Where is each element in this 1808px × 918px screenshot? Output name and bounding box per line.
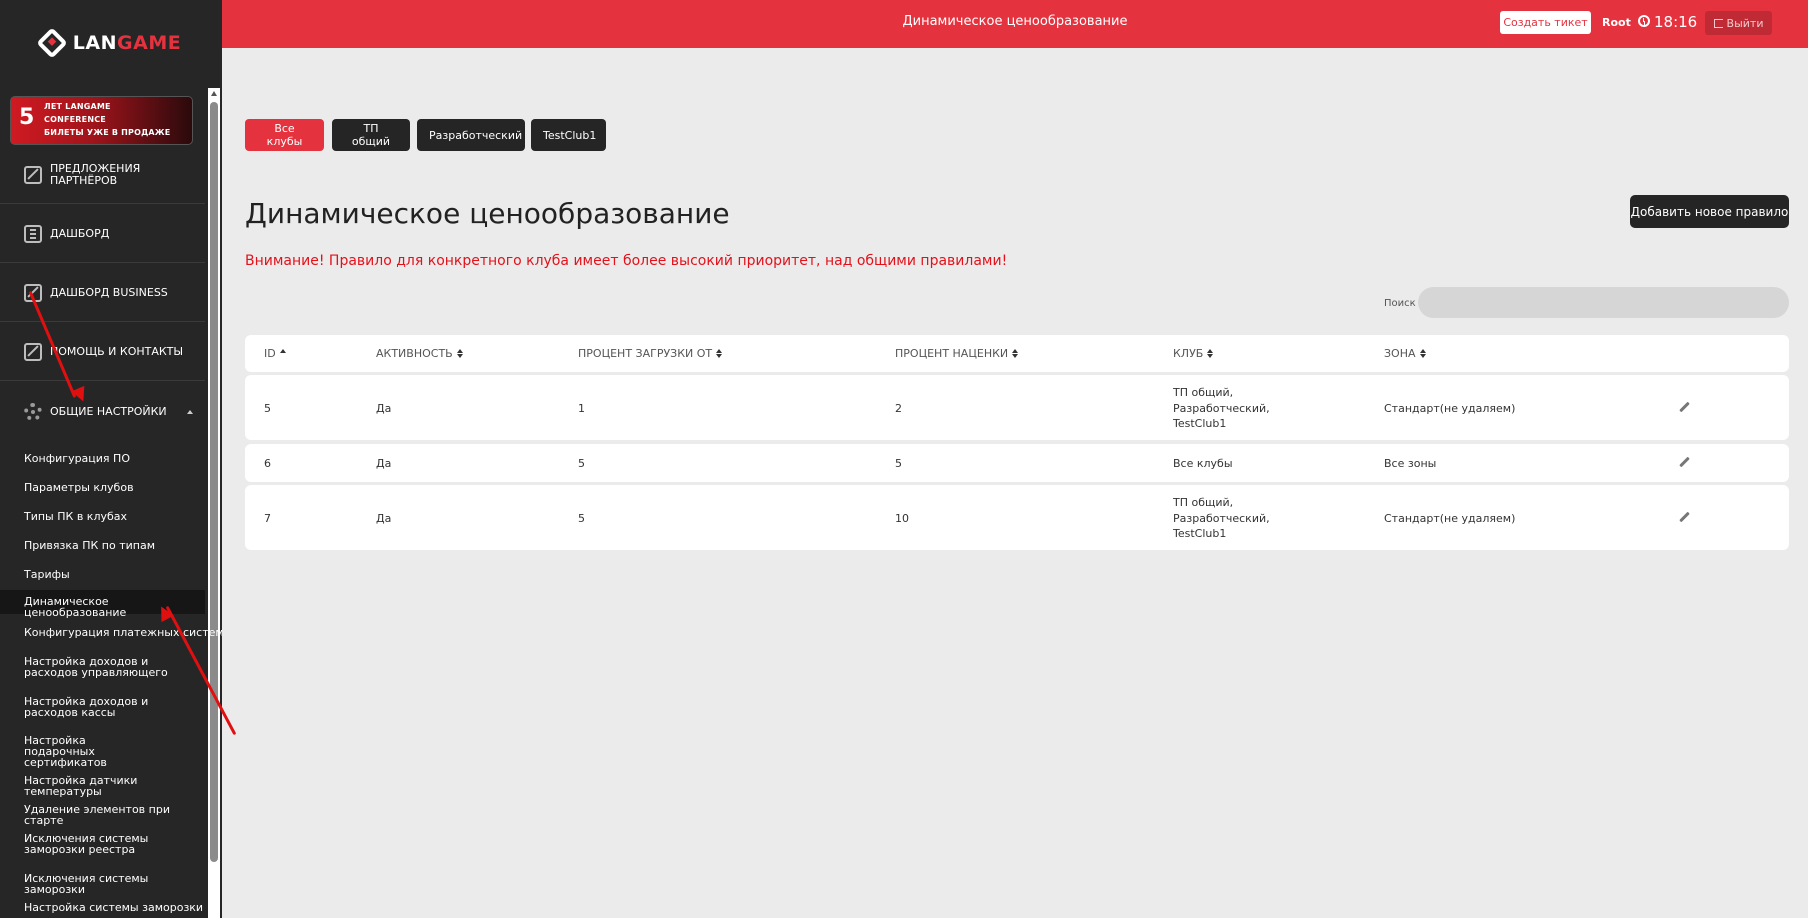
cell-zone: Стандарт(не удаляем) — [1384, 512, 1516, 525]
user-name: Root — [1602, 16, 1631, 29]
submenu-item[interactable]: Настройка подарочных сертификатов — [0, 733, 160, 768]
submenu-item[interactable]: Параметры клубов — [0, 480, 205, 496]
submenu-item[interactable]: Настройка датчики температуры — [0, 773, 205, 797]
search-input[interactable] — [1418, 287, 1789, 318]
table-row: 5 Да 1 2 ТП общий, Разработческий, TestClu… — [245, 375, 1789, 440]
submenu-item[interactable]: Исключения системы заморозки реестра — [0, 831, 195, 855]
column-header-id[interactable]: ID — [264, 335, 286, 371]
table-row: 6 Да 5 5 Все клубы Все зоны — [245, 444, 1789, 482]
sort-icon — [1419, 348, 1426, 358]
cell-club: Все клубы — [1173, 457, 1233, 470]
conference-banner[interactable]: 5 ЛЕТ LANGAME CONFERENCE БИЛЕТЫ УЖЕ В ПР… — [10, 96, 193, 145]
nav-label: ДАШБОРД BUSINESS — [50, 285, 168, 299]
submenu-item[interactable]: Настройка доходов и расходов кассы — [0, 694, 190, 718]
clock-time: 18:16 — [1654, 13, 1698, 31]
submenu-item[interactable]: Привязка ПК по типам — [0, 538, 205, 554]
add-rule-button[interactable]: Добавить новое правило — [1630, 195, 1789, 228]
logout-label: Выйти — [1726, 16, 1764, 30]
cell-load: 1 — [578, 402, 585, 415]
cell-id: 6 — [264, 457, 271, 470]
logout-button[interactable]: Выйти — [1705, 11, 1772, 35]
logo[interactable]: LANGAME — [0, 0, 222, 86]
column-header-zone[interactable]: ЗОНА — [1384, 335, 1426, 371]
cell-id: 5 — [264, 402, 271, 415]
column-header-load[interactable]: ПРОЦЕНТ ЗАГРУЗКИ ОТ — [578, 335, 723, 371]
scroll-up-icon[interactable] — [211, 91, 217, 96]
sidebar-scrollbar[interactable] — [208, 88, 220, 918]
filter-all-clubs[interactable]: Все клубы — [245, 119, 324, 151]
sort-icon — [456, 348, 463, 358]
edit-icon — [24, 165, 42, 184]
logo-icon — [36, 27, 68, 59]
banner-line-2: CONFERENCE — [44, 115, 106, 124]
create-ticket-button[interactable]: Создать тикет — [1500, 11, 1591, 34]
sort-icon — [1012, 348, 1019, 358]
submenu-item[interactable]: Тарифы — [0, 567, 205, 583]
gear-icon — [24, 403, 42, 421]
document-icon — [24, 224, 42, 243]
cell-markup: 2 — [895, 402, 902, 415]
cell-club: ТП общий, Разработческий, TestClub1 — [1173, 496, 1270, 540]
submenu-item[interactable]: Типы ПК в клубах — [0, 509, 205, 525]
sort-icon — [1207, 348, 1214, 358]
submenu-item-active[interactable]: Динамическое ценообразование — [0, 590, 205, 618]
scrollbar-thumb[interactable] — [210, 102, 218, 862]
cell-zone: Стандарт(не удаляем) — [1384, 402, 1516, 415]
filter-developer[interactable]: Разработческий — [417, 119, 525, 151]
cell-id: 7 — [264, 512, 271, 525]
top-bar: Динамическое ценообразование Создать тик… — [222, 0, 1808, 48]
sort-icon — [716, 348, 723, 358]
filter-tp-general[interactable]: ТП общий — [332, 119, 410, 151]
nav-item-help-contacts[interactable]: ПОМОЩЬ И КОНТАКТЫ — [0, 323, 205, 381]
cell-activity: Да — [376, 457, 392, 470]
filter-testclub1[interactable]: TestClub1 — [531, 119, 606, 151]
submenu-item[interactable]: Удаление элементов при старте — [0, 802, 205, 826]
cell-activity: Да — [376, 512, 392, 525]
nav-label: ОБЩИЕ НАСТРОЙКИ — [50, 405, 167, 418]
nav-label: ПОМОЩЬ И КОНТАКТЫ — [50, 344, 184, 358]
logout-icon — [1713, 18, 1723, 28]
page-title: Динамическое ценообразование — [245, 197, 730, 230]
submenu-item[interactable]: Исключения системы заморозки — [0, 871, 205, 895]
edit-icon[interactable] — [1679, 403, 1689, 413]
sort-asc-icon — [279, 348, 286, 358]
edit-icon[interactable] — [1679, 458, 1689, 468]
cell-load: 5 — [578, 457, 585, 470]
cell-markup: 5 — [895, 457, 902, 470]
submenu-item[interactable]: Конфигурация платежных систем — [0, 625, 222, 641]
submenu-item[interactable]: Настройка системы заморозки — [0, 900, 205, 916]
submenu-item[interactable]: Настройка доходов и расходов управляющег… — [0, 654, 190, 678]
sidebar: LANGAME 5 ЛЕТ LANGAME CONFERENCE БИЛЕТЫ … — [0, 0, 222, 918]
banner-line-1: ЛЕТ LANGAME — [44, 102, 111, 111]
edit-icon — [24, 342, 42, 361]
edit-icon[interactable] — [1679, 513, 1689, 523]
nav-item-dashboard[interactable]: ДАШБОРД — [0, 205, 205, 263]
submenu-item[interactable]: Конфигурация ПО — [0, 451, 205, 467]
cell-markup: 10 — [895, 512, 909, 525]
nav-label: ДАШБОРД — [50, 226, 110, 240]
cell-activity: Да — [376, 402, 392, 415]
chevron-up-icon — [187, 410, 193, 414]
cell-zone: Все зоны — [1384, 457, 1437, 470]
logo-text: LANGAME — [72, 32, 182, 54]
nav-label: ПРЕДЛОЖЕНИЯ ПАРТНЁРОВ — [50, 161, 141, 187]
cell-load: 5 — [578, 512, 585, 525]
column-header-club[interactable]: КЛУБ — [1173, 335, 1214, 371]
nav-item-partner-offers[interactable]: ПРЕДЛОЖЕНИЯ ПАРТНЁРОВ — [0, 146, 205, 204]
clock-icon — [1638, 15, 1650, 27]
table-row: 7 Да 5 10 ТП общий, Разработческий, TestCl… — [245, 485, 1789, 550]
priority-warning: Внимание! Правило для конкретного клуба … — [245, 253, 1008, 269]
banner-line-3: БИЛЕТЫ УЖЕ В ПРОДАЖЕ — [44, 128, 171, 137]
search-label: Поиск — [1384, 298, 1416, 309]
banner-number: 5 — [19, 105, 35, 130]
column-header-activity[interactable]: АКТИВНОСТЬ — [376, 335, 463, 371]
table-header: ID АКТИВНОСТЬ ПРОЦЕНТ ЗАГРУЗКИ ОТ ПРОЦЕН… — [245, 335, 1789, 372]
cell-club: ТП общий, Разработческий, TestClub1 — [1173, 386, 1270, 430]
nav-item-general-settings[interactable]: ОБЩИЕ НАСТРОЙКИ — [0, 383, 205, 441]
column-header-markup[interactable]: ПРОЦЕНТ НАЦЕНКИ — [895, 335, 1019, 371]
